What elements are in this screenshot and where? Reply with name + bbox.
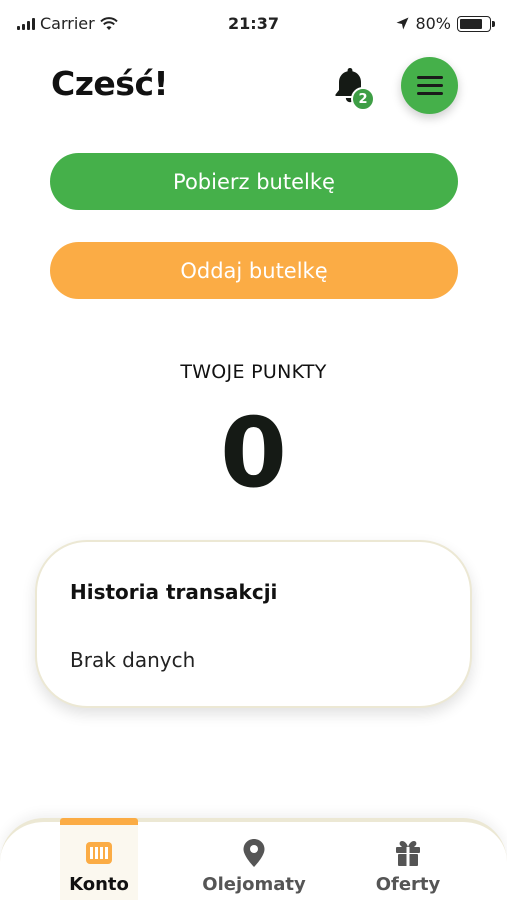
notifications-button[interactable]: 2 [333,66,375,111]
battery-info: 80% [396,14,495,33]
points-value: 0 [220,397,287,509]
transaction-history-card: Historia transakcji Brak danych [35,540,472,708]
hamburger-icon-line [416,76,443,79]
battery-icon [457,15,495,32]
get-bottle-button[interactable]: Pobierz butelkę [50,153,458,210]
account-card-icon [86,842,112,864]
tab-konto-label: Konto [69,874,129,895]
hamburger-icon-line [416,92,443,95]
battery-percentage: 80% [415,14,451,33]
tab-oferty[interactable]: Oferty [368,822,448,900]
greeting-title: Cześć! [51,64,169,103]
notification-badge: 2 [351,87,375,111]
tab-olejomaty[interactable]: Olejomaty [196,822,312,900]
history-empty-text: Brak danych [70,648,196,672]
status-bar: Carrier 21:37 80% [0,0,507,48]
location-pin-icon [243,839,265,867]
points-label: TWOJE PUNKTY [180,361,327,383]
tab-oferty-label: Oferty [375,874,441,895]
gift-icon [396,841,420,866]
tab-olejomaty-label: Olejomaty [202,874,306,895]
menu-button[interactable] [401,57,458,114]
active-tab-indicator [60,818,138,825]
hamburger-icon-line [416,84,443,87]
bottom-tab-bar: Konto Olejomaty Oferty [0,818,507,900]
tab-konto[interactable]: Konto [60,818,138,900]
history-title: Historia transakcji [70,580,278,604]
return-bottle-button[interactable]: Oddaj butelkę [50,242,458,299]
location-arrow-icon [396,17,409,30]
